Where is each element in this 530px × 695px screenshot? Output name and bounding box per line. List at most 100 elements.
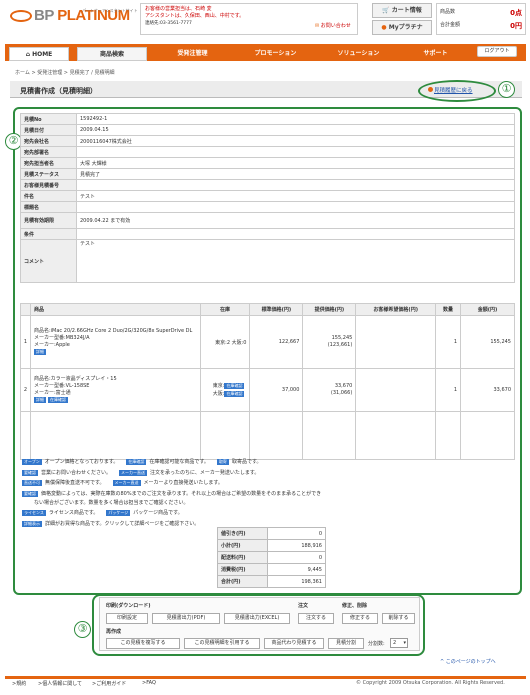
notice-line: お客様の営業担当は、石崎 変 <box>145 6 212 12</box>
action-panel: 印刷(ダウンロード) 注文 修正、削除 印刷設定 見積書出力(PDF) 見積書出… <box>99 597 420 651</box>
product-maker: メーカー:富士通 <box>33 390 71 396</box>
logo-subtitle: パートナーアシスタントサイト <box>82 8 138 13</box>
legend-tag: メーカー直送 <box>119 469 148 476</box>
logout-button[interactable]: ログアウト <box>477 46 517 57</box>
detail-tag[interactable]: 詳細 <box>33 397 46 403</box>
detail-value: 大塚 大輝様 <box>76 157 515 169</box>
detail-row: 件名 テスト <box>20 190 515 202</box>
callout-oval <box>418 80 496 102</box>
detail-value <box>76 201 515 213</box>
legend-row: 要確認 営業にお問い合わせください。 メーカー直送 注文を承ったのちに、メーカー発送い… <box>22 469 267 477</box>
cart-icon: 🛒 <box>382 7 392 14</box>
detail-tag[interactable]: 詳細 <box>33 349 46 355</box>
detail-value: テスト <box>76 190 515 202</box>
col-product: 商品 <box>29 303 201 316</box>
std-price: 122,667 <box>249 315 304 369</box>
page-top-link[interactable]: ^ このページのトップへ <box>440 658 496 665</box>
footer-guide-link[interactable]: >ご利用ガイド <box>92 680 126 687</box>
cart-summary: 商品数 0点 合計金額 0円 <box>436 3 526 35</box>
stock-cell: 東京: 在庫確認 大阪: 在庫確認 <box>199 368 251 412</box>
nav-orders[interactable]: 受発注管理 <box>155 47 230 61</box>
print-section-label: 印刷(ダウンロード) <box>106 603 151 609</box>
product-name: 商品名:カラー液晶ディスプレイ・15 <box>33 376 117 382</box>
detail-label: 宛先担当者名 <box>20 157 77 169</box>
detail-row: 宛先担当者名 大塚 大輝様 <box>20 157 515 169</box>
alt-quote-button[interactable]: 商品代わり見積する <box>264 638 324 649</box>
detail-label: 見積No <box>20 113 77 125</box>
split-quote-button[interactable]: 見積分割 <box>328 638 364 649</box>
detail-row: コメント テスト <box>20 239 515 283</box>
legend-text: 在庫確認可能な商品です。 <box>149 459 209 465</box>
qty: 1 <box>435 368 462 412</box>
legend-text: メーカーより直接発送いたします。 <box>143 480 223 486</box>
detail-label: 標題名 <box>20 201 77 213</box>
cart-total-row: 合計金額 0円 <box>440 22 522 30</box>
product-name: 商品名:iMac 20/2.66GHz Core 2 Duo/2G/320G/8… <box>33 328 193 334</box>
detail-label: 見積ステータス <box>20 168 77 180</box>
print-excel-button[interactable]: 見積書出力(EXCEL) <box>224 613 290 624</box>
wish-price <box>355 368 437 412</box>
chevron-down-icon: ▾ <box>403 640 406 646</box>
reorder-section-label: 再作成 <box>106 629 122 635</box>
detail-row: 見積有効期限 2009.04.22 まで有効 <box>20 212 515 229</box>
copy-quote-button[interactable]: この見積を複写する <box>106 638 180 649</box>
legend-tag: パッケージ <box>106 509 131 516</box>
detail-label: コメント <box>20 239 77 283</box>
delete-button[interactable]: 削除する <box>382 613 415 624</box>
print-pdf-button[interactable]: 見積書出力(PDF) <box>152 613 220 624</box>
footer-terms-link[interactable]: >規約 <box>12 680 26 687</box>
legend-text: 無償保障後直送不可です。 <box>45 480 105 486</box>
stock-check-tag[interactable]: 在庫確認 <box>224 391 245 397</box>
nav-home[interactable]: ⌂ HOME <box>9 47 69 61</box>
legend-row: 詳細表示 詳細がお買得な商品です。クリックして詳細ページをご確認下さい。 <box>22 520 207 528</box>
col-wish-price: お客様希望価格(円) <box>355 303 437 316</box>
totals-value: 198,361 <box>267 575 326 588</box>
footer-faq-link[interactable]: >FAQ <box>142 680 156 686</box>
cart-count: 0点 <box>510 9 522 17</box>
totals-row: 小計(円) 188,916 <box>217 539 326 552</box>
detail-label: 条件 <box>20 228 77 240</box>
product-maker: メーカー:Apple <box>33 342 70 348</box>
legend-text: パッケージ商品です。 <box>133 510 183 516</box>
legend-row: オープン オープン価格となっております。 在庫確認 在庫確認可能な商品です。 取寄 取寄品… <box>22 458 269 466</box>
footer-privacy-link[interactable]: >個人情報に関して <box>38 680 82 687</box>
table-row: 2 商品名:カラー液晶ディスプレイ・15 メーカー型番:VL-158SE メーカ… <box>20 368 515 412</box>
offer-price: 155,245 <box>331 335 353 341</box>
legend-tag: 在庫確認 <box>126 458 147 465</box>
table-row: 1 商品名:iMac 20/2.66GHz Core 2 Duo/2G/320G… <box>20 315 515 369</box>
order-button[interactable]: 注文する <box>298 613 334 624</box>
nav-support[interactable]: サポート <box>403 47 468 61</box>
totals-value: 9,445 <box>267 563 326 576</box>
legend-tag: 詳細表示 <box>22 520 42 527</box>
detail-row: 条件 <box>20 228 515 240</box>
detail-value <box>76 228 515 240</box>
amount: 33,670 <box>460 368 515 412</box>
edit-button[interactable]: 修正する <box>342 613 378 624</box>
detail-value <box>76 146 515 158</box>
totals-label: 小計(円) <box>217 539 268 552</box>
detail-label: お客様見積番号 <box>20 179 77 191</box>
detail-row: 見積ステータス 見積完了 <box>20 168 515 180</box>
offer-price-sub: (123,661) <box>327 342 353 348</box>
nav-solution[interactable]: ソリューション <box>321 47 396 61</box>
my-platinum-button[interactable]: ● Myプラチナ <box>372 20 432 35</box>
quote-detail-button[interactable]: この見積明細を引用する <box>184 638 260 649</box>
split-count-label: 分割数: <box>368 641 385 647</box>
split-count-select[interactable]: 2 ▾ <box>390 638 408 648</box>
stock-check-tag[interactable]: 在庫確認 <box>224 383 245 389</box>
legend-tag: メーカー直送 <box>112 479 141 486</box>
legend-row: 直送不可 無償保障後直送不可です。 メーカー直送 メーカーより直接発送いたします。 <box>22 479 231 487</box>
cart-button[interactable]: 🛒 カート情報 <box>372 3 432 18</box>
totals-label: 値引き(円) <box>217 527 268 540</box>
detail-value: 見積完了 <box>76 168 515 180</box>
main-nav: ⌂ HOME 商品検索 受発注管理 プロモーション ソリューション サポート <box>5 44 526 61</box>
order-section-label: 注文 <box>298 603 309 609</box>
nav-promotion[interactable]: プロモーション <box>238 47 313 61</box>
print-settings-button[interactable]: 印刷設定 <box>106 613 148 624</box>
totals-row: 配送料(円) 0 <box>217 551 326 564</box>
copyright: © Copyright 2009 Otsuka Corporation. All… <box>356 680 505 686</box>
table-header-row: 商品 在庫 標準価格(円) 提供価格(円) お客様希望価格(円) 数量 金額(円… <box>20 303 515 316</box>
nav-products[interactable]: 商品検索 <box>77 47 147 61</box>
contact-button[interactable]: ✉ お問い合わせ <box>315 22 351 29</box>
stock-check-tag[interactable]: 在庫確認 <box>47 397 68 403</box>
